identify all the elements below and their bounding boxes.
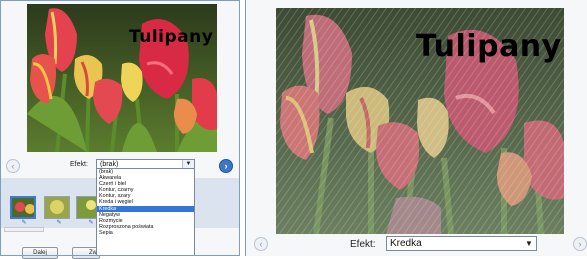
previous-effect-button[interactable]: ‹	[254, 237, 268, 251]
chevron-down-icon: ▼	[522, 237, 536, 250]
thumbnail-scrollbar[interactable]	[4, 227, 44, 232]
left-panel: Tulipany ‹ Efekt: (brak) ▼ › ✎ ✎ ✎ Dalej…	[0, 0, 240, 259]
next-effect-button[interactable]: ›	[219, 159, 233, 173]
tulip-photo-crayon-effect: Tulipany	[276, 8, 564, 234]
effect-label: Efekt:	[70, 161, 88, 168]
effect-select[interactable]: Kredka ▼	[386, 236, 537, 251]
tulip-photo-preview: Tulipany	[27, 4, 217, 152]
effect-dropdown-list[interactable]: (brak) Akwarela Czerń i biel Kontur, czarny…	[96, 168, 195, 256]
next-effect-button[interactable]: ›	[573, 237, 587, 251]
photo-caption: Tulipany	[416, 29, 562, 64]
effect-select-value: Kredka	[390, 238, 422, 249]
previous-effect-button[interactable]: ‹	[6, 159, 20, 173]
photo-caption: Tulipany	[129, 27, 213, 47]
edit-icon[interactable]: ✎	[20, 220, 28, 226]
chevron-left-icon: ‹	[11, 161, 15, 171]
chevron-right-icon: ›	[224, 161, 228, 171]
effect-label: Efekt:	[350, 239, 376, 250]
dropdown-option[interactable]: Sepia	[97, 230, 194, 236]
right-panel: Tulipany ‹ Efekt: Kredka ▼ ›	[245, 0, 587, 256]
edit-icon[interactable]: ✎	[55, 220, 63, 226]
chevron-left-icon: ‹	[259, 239, 263, 249]
next-button[interactable]: Dalej	[22, 247, 58, 259]
next-button-label: Dalej	[33, 250, 47, 256]
edit-icon[interactable]: ✎	[87, 220, 95, 226]
chevron-right-icon: ›	[578, 239, 582, 249]
thumbnail-tulips[interactable]	[10, 196, 36, 219]
chevron-down-icon: ▼	[182, 160, 194, 168]
effect-select-value: (brak)	[100, 161, 119, 168]
thumbnail-flowers[interactable]	[44, 196, 70, 219]
